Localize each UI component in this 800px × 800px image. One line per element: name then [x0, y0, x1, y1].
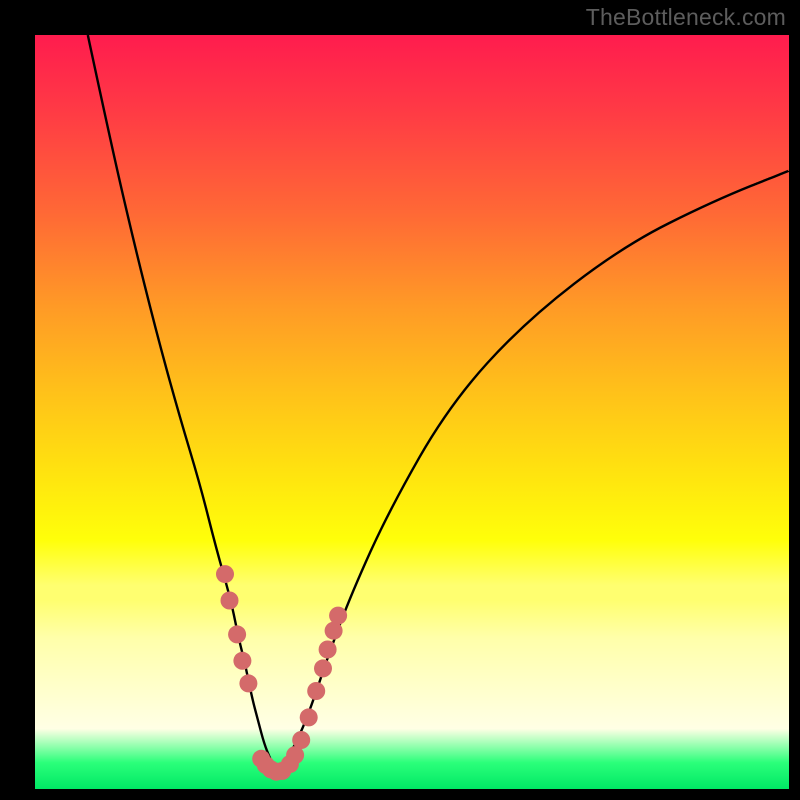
marker-dot [216, 565, 234, 583]
marker-dot [239, 674, 257, 692]
marker-dot [314, 659, 332, 677]
marker-dot [233, 652, 251, 670]
marker-dot [221, 592, 239, 610]
marker-dots [216, 565, 347, 781]
watermark-text: TheBottleneck.com [586, 4, 786, 31]
curve-layer [35, 35, 789, 789]
marker-dot [292, 731, 310, 749]
marker-dot [307, 682, 325, 700]
marker-dot [329, 607, 347, 625]
marker-dot [319, 641, 337, 659]
bottleneck-curve [88, 35, 789, 770]
marker-dot [300, 708, 318, 726]
marker-dot [228, 625, 246, 643]
plot-area [35, 35, 789, 789]
chart-frame: TheBottleneck.com [0, 0, 800, 800]
